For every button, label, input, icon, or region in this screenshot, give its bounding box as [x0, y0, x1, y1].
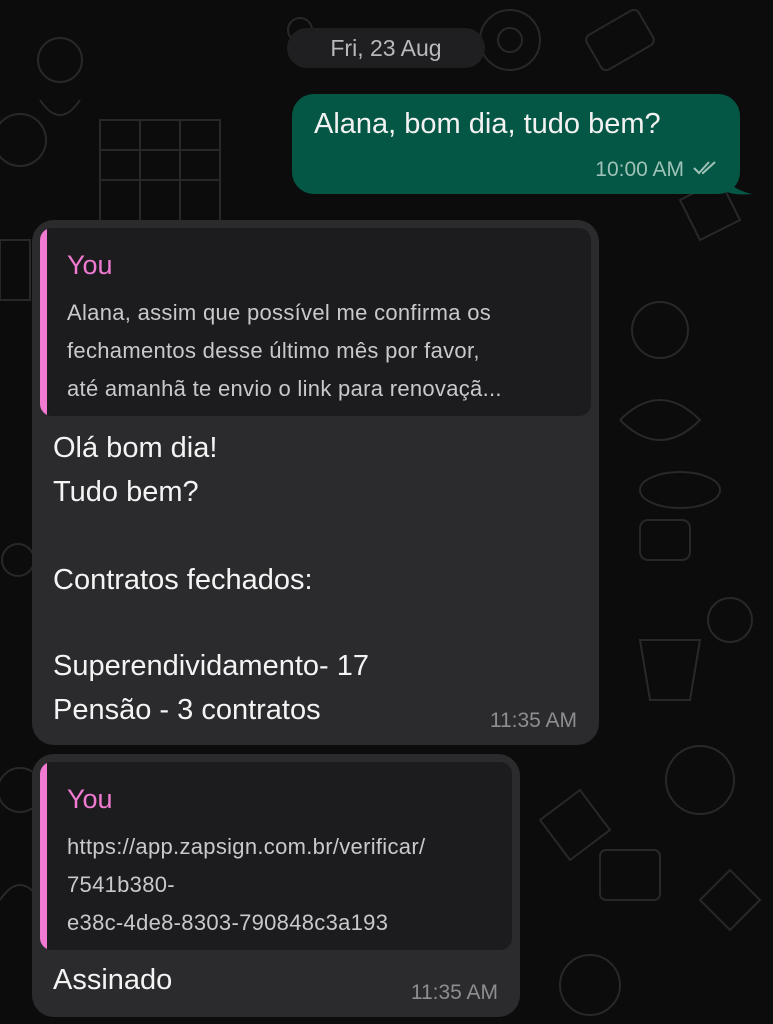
quote-author: You: [67, 250, 113, 280]
quote-link-line: https://app.zapsign.com.br/verificar/: [67, 834, 426, 859]
quote-text-line: Alana, assim que possível me confirma os: [67, 300, 492, 325]
incoming-message-bubble[interactable]: You https://app.zapsign.com.br/verificar…: [32, 754, 520, 1017]
message-text-line: Tudo bem?: [53, 476, 199, 508]
quoted-reply[interactable]: You https://app.zapsign.com.br/verificar…: [40, 762, 512, 950]
message-text: Alana, bom dia, tudo bem?: [314, 108, 661, 140]
quote-accent-bar: [40, 762, 47, 950]
outgoing-message-bubble[interactable]: Alana, bom dia, tudo bem? 10:00 AM: [292, 94, 740, 194]
quoted-reply[interactable]: You Alana, assim que possível me confirm…: [40, 228, 591, 416]
message-meta: 10:00 AM: [595, 158, 718, 182]
message-text-line: Pensão - 3 contratos: [53, 694, 321, 726]
bubble-tail: [722, 170, 752, 195]
message-text-line: Superendividamento- 17: [53, 650, 369, 682]
date-separator: Fri, 23 Aug: [287, 28, 485, 68]
quote-link-line: e38c-4de8-8303-790848c3a193: [67, 910, 389, 935]
quote-text-line: fechamentos desse último mês por favor,: [67, 338, 480, 363]
message-time: 11:35 AM: [410, 981, 498, 1004]
quote-text-line: até amanhã te envio o link para renovaçã…: [67, 376, 502, 401]
quote-accent-bar: [40, 228, 47, 416]
incoming-message-bubble[interactable]: You Alana, assim que possível me confirm…: [32, 220, 599, 745]
double-check-icon: [692, 158, 718, 182]
message-text-line: Assinado: [53, 964, 173, 996]
message-text-line: Contratos fechados:: [53, 564, 313, 596]
quote-author: You: [67, 784, 113, 814]
chat-view: Fri, 23 Aug Alana, bom dia, tudo bem? 10…: [0, 0, 773, 1024]
message-time: 10:00 AM: [595, 158, 684, 181]
message-text-line: Olá bom dia!: [53, 432, 218, 464]
quote-link-line: 7541b380-: [67, 872, 175, 897]
message-time: 11:35 AM: [489, 709, 577, 732]
